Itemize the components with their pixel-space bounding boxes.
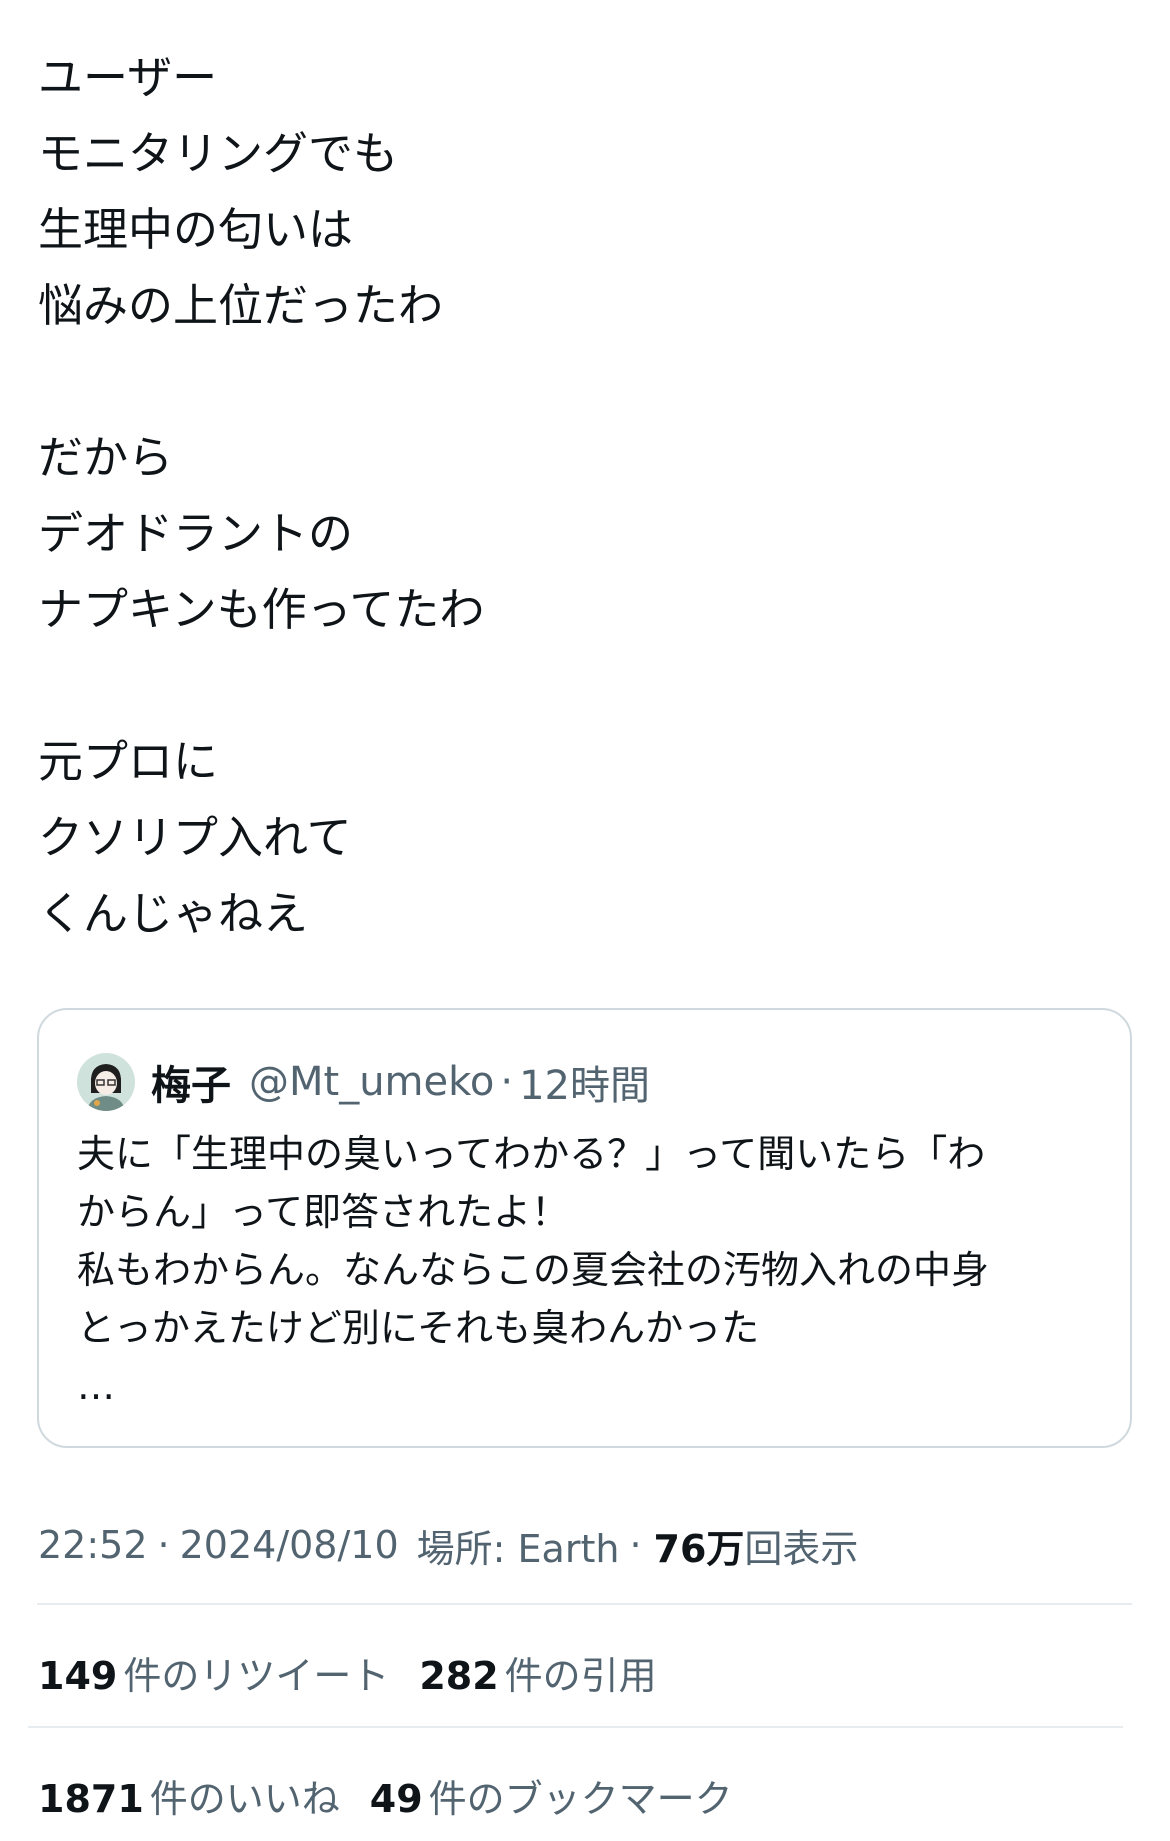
divider — [28, 1726, 1123, 1728]
quotes-stat[interactable]: 282 件の引用 — [419, 1645, 656, 1700]
quotes-label: 件の引用 — [504, 1653, 657, 1698]
engagement-stats-row-2: 1871 件のいいね 49 件のブックマーク — [38, 1763, 763, 1827]
quoted-tweet-header: 梅子 @Mt_umeko · 12時間 — [77, 1047, 650, 1117]
avatar[interactable] — [77, 1053, 135, 1111]
tweet-line: クソリプ入れて — [38, 811, 352, 864]
retweets-label: 件のリツイート — [123, 1653, 390, 1698]
quoted-tweet-line: とっかえたけど別にそれも臭わんかった — [77, 1306, 760, 1350]
separator-dot: · — [157, 1523, 170, 1567]
tweet-meta: 22:52 · 2024/08/10 場所: Earth · 76万 回表示 — [38, 1515, 858, 1575]
tweet-line: ナプキンも作ってたわ — [38, 583, 485, 636]
quoted-tweet-line: からん」って即答されたよ！ — [77, 1190, 570, 1234]
tweet-line: デオドラントの — [38, 507, 354, 560]
tweet-line: 悩みの上位だったわ — [38, 279, 444, 332]
tweet-time[interactable]: 22:52 — [38, 1523, 148, 1567]
quoted-tweet-ellipsis: … — [77, 1364, 115, 1408]
likes-label: 件のいいね — [149, 1776, 340, 1821]
views-label: 回表示 — [744, 1526, 859, 1571]
divider — [37, 1603, 1132, 1605]
likes-stat[interactable]: 1871 件のいいね — [38, 1768, 340, 1823]
tweet-location[interactable]: 場所: Earth — [417, 1518, 620, 1573]
quoted-tweet-line: 私もわからん。なんならこの夏会社の汚物入れの中身 — [77, 1248, 990, 1292]
tweet-text: ユーザー モニタリングでも 生理中の匂いは 悩みの上位だったわ だから デオドラ… — [38, 40, 1128, 952]
retweets-stat[interactable]: 149 件のリツイート — [38, 1645, 389, 1700]
tweet-line: だから — [38, 431, 174, 484]
quoted-tweet-text: 夫に「生理中の臭いってわかる？」って聞いたら「わ からん」って即答されたよ！ 私… — [77, 1125, 1107, 1415]
quoted-author-name[interactable]: 梅子 — [151, 1053, 231, 1111]
avatar-illustration-icon — [77, 1053, 135, 1111]
engagement-stats-row-1: 149 件のリツイート 282 件の引用 — [38, 1640, 687, 1704]
tweet-date[interactable]: 2024/08/10 — [180, 1523, 399, 1567]
bookmarks-count: 49 — [369, 1776, 423, 1821]
tweet-line: ユーザー — [38, 51, 218, 104]
tweet-line — [38, 344, 1128, 420]
views-count: 76万 — [653, 1526, 745, 1571]
separator-dot: · — [629, 1523, 642, 1567]
likes-count: 1871 — [38, 1776, 144, 1821]
quoted-author-handle[interactable]: @Mt_umeko — [249, 1059, 494, 1105]
quoted-tweet-time[interactable]: 12時間 — [519, 1053, 650, 1111]
separator-dot: · — [500, 1059, 514, 1105]
bookmarks-label: 件のブックマーク — [428, 1776, 733, 1821]
tweet-line: 元プロに — [38, 735, 219, 788]
tweet-line: 生理中の匂いは — [38, 203, 354, 256]
bookmarks-stat[interactable]: 49 件のブックマーク — [370, 1768, 733, 1823]
tweet-line: モニタリングでも — [38, 127, 399, 180]
quoted-tweet-card[interactable]: 梅子 @Mt_umeko · 12時間 夫に「生理中の臭いってわかる？」って聞い… — [37, 1008, 1132, 1448]
tweet-line — [38, 648, 1128, 724]
quotes-count: 282 — [419, 1653, 499, 1698]
quoted-tweet-line: 夫に「生理中の臭いってわかる？」って聞いたら「わ — [77, 1132, 986, 1176]
retweets-count: 149 — [38, 1653, 118, 1698]
tweet-line: くんじゃねえ — [38, 887, 309, 940]
